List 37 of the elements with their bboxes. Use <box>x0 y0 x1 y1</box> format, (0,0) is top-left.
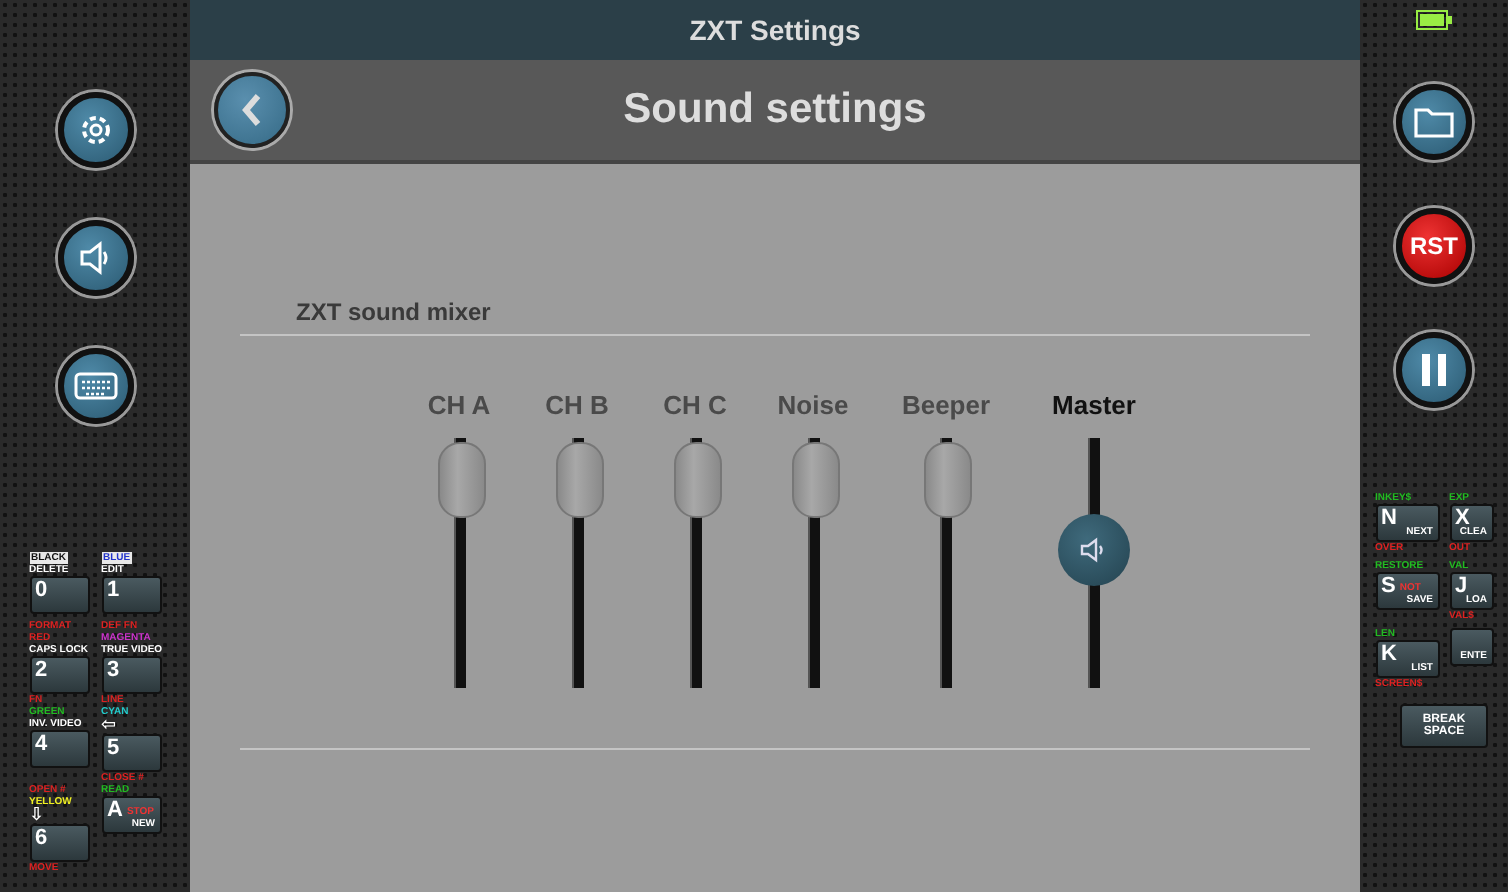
key-legend: ⇩ <box>29 808 45 824</box>
channel-label: Beeper <box>901 390 991 420</box>
keyboard-button[interactable] <box>57 348 133 424</box>
chevron-left-icon <box>240 92 264 128</box>
channel-label: CH B <box>545 390 609 420</box>
folder-icon <box>1412 104 1456 140</box>
keyboard-key[interactable]: 3 <box>101 656 161 694</box>
slider-thumb[interactable] <box>555 442 603 518</box>
channel-label: CH C <box>663 390 727 420</box>
reset-button[interactable]: RST <box>1396 208 1472 284</box>
slider-thumb[interactable] <box>673 442 721 518</box>
section-title: ZXT sound mixer <box>296 298 493 326</box>
keyboard-key[interactable]: 6 <box>29 824 89 862</box>
keyboard-key[interactable]: 4 <box>29 730 89 768</box>
slider-thumb[interactable] <box>437 442 485 518</box>
pause-button[interactable] <box>1396 332 1472 408</box>
channel-label: CH A <box>427 390 491 420</box>
channel-label: Noise <box>777 390 849 420</box>
back-button[interactable] <box>214 72 290 148</box>
window-title: ZXT Settings <box>190 0 1360 60</box>
keyboard-key[interactable]: 1 <box>101 576 161 614</box>
slider-thumb[interactable] <box>791 442 839 518</box>
folder-button[interactable] <box>1396 84 1472 160</box>
speaker-thumb[interactable] <box>1058 514 1130 586</box>
channel-label: Master <box>1052 390 1136 420</box>
slider-thumb[interactable] <box>924 442 972 518</box>
sound-button[interactable] <box>57 220 133 296</box>
keyboard-icon <box>73 370 117 402</box>
settings-button[interactable] <box>57 92 133 168</box>
keyboard-key[interactable]: 0 <box>29 576 89 614</box>
keyboard-key[interactable]: 5 <box>101 734 161 772</box>
volume-slider[interactable] <box>1058 438 1130 688</box>
keyboard-key[interactable]: 2 <box>29 656 89 694</box>
page-title: Sound settings <box>621 86 929 134</box>
key-legend: ⇦ <box>101 718 117 734</box>
battery-icon <box>1416 10 1452 30</box>
pause-icon <box>1418 350 1450 390</box>
